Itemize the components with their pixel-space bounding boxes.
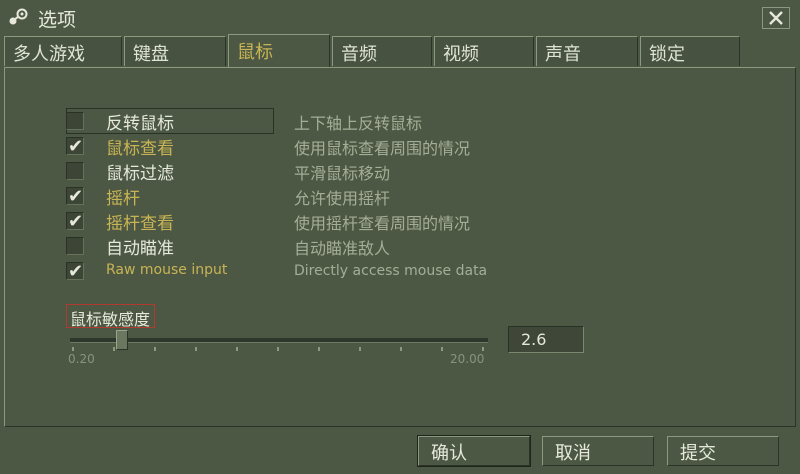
option-description: 使用鼠标查看周围的情况 bbox=[294, 139, 471, 158]
sensitivity-value-input[interactable]: 2.6 bbox=[508, 326, 584, 353]
option-description: 允许使用摇杆 bbox=[294, 189, 391, 208]
checkbox[interactable] bbox=[66, 162, 84, 180]
close-icon bbox=[769, 11, 783, 25]
tab-bar: 多人游戏 键盘 鼠标 音频 视频 声音 锁定 bbox=[4, 34, 796, 68]
apply-button[interactable]: 提交 bbox=[667, 436, 779, 466]
title-bar: 选项 bbox=[0, 0, 800, 34]
checkbox[interactable]: ✔ bbox=[66, 186, 84, 207]
slider-max-label: 20.00 bbox=[450, 352, 485, 366]
tab-voice[interactable]: 声音 bbox=[536, 36, 638, 66]
option-row-mouse-look[interactable]: ✔ 鼠标查看 使用鼠标查看周围的情况 bbox=[66, 134, 626, 159]
tab-multiplayer[interactable]: 多人游戏 bbox=[4, 36, 122, 66]
tab-label: 多人游戏 bbox=[13, 44, 85, 65]
tab-label: 音频 bbox=[341, 44, 377, 65]
slider-tick bbox=[113, 347, 115, 351]
option-label: 反转鼠标 bbox=[106, 114, 174, 134]
option-description: Directly access mouse data bbox=[294, 263, 488, 279]
slider-tick bbox=[277, 347, 279, 351]
option-row-auto-aim[interactable]: 自动瞄准 自动瞄准敌人 bbox=[66, 234, 626, 259]
ok-button[interactable]: 确认 bbox=[417, 435, 531, 467]
checkbox[interactable]: ✔ bbox=[66, 136, 84, 157]
slider-tick bbox=[482, 347, 484, 351]
option-description: 平滑鼠标移动 bbox=[294, 164, 391, 183]
slider-tick bbox=[318, 347, 320, 351]
option-row-raw-mouse-input[interactable]: ✔ Raw mouse input Directly access mouse … bbox=[66, 259, 626, 283]
option-description: 使用摇杆查看周围的情况 bbox=[294, 214, 471, 233]
option-label: 自动瞄准 bbox=[106, 239, 174, 259]
cancel-button[interactable]: 取消 bbox=[542, 436, 654, 466]
option-row-reverse-mouse[interactable]: 反转鼠标 上下轴上反转鼠标 bbox=[66, 109, 626, 134]
checkbox[interactable] bbox=[66, 237, 84, 255]
option-row-mouse-filter[interactable]: 鼠标过滤 平滑鼠标移动 bbox=[66, 159, 626, 184]
option-description: 自动瞄准敌人 bbox=[294, 239, 391, 258]
tab-video[interactable]: 视频 bbox=[434, 36, 534, 66]
slider-tick bbox=[72, 347, 74, 351]
sensitivity-slider-track[interactable] bbox=[70, 338, 488, 343]
slider-tick bbox=[359, 347, 361, 351]
close-button[interactable] bbox=[762, 7, 790, 29]
steam-logo-icon bbox=[9, 8, 28, 25]
option-description: 上下轴上反转鼠标 bbox=[294, 114, 423, 133]
slider-tick bbox=[154, 347, 156, 351]
option-label: 鼠标过滤 bbox=[106, 164, 174, 184]
tab-label: 锁定 bbox=[649, 44, 685, 65]
tab-label: 键盘 bbox=[133, 44, 169, 65]
tab-label: 声音 bbox=[545, 44, 581, 65]
option-row-joystick[interactable]: ✔ 摇杆 允许使用摇杆 bbox=[66, 184, 626, 209]
checkbox[interactable] bbox=[66, 112, 84, 130]
checkmark-icon: ✔ bbox=[68, 136, 84, 157]
slider-tick bbox=[195, 347, 197, 351]
option-label: Raw mouse input bbox=[106, 262, 228, 278]
tab-label: 视频 bbox=[443, 44, 479, 65]
checkmark-icon: ✔ bbox=[68, 211, 84, 232]
tab-lock[interactable]: 锁定 bbox=[640, 36, 740, 66]
option-label: 鼠标查看 bbox=[106, 139, 174, 159]
tab-keyboard[interactable]: 键盘 bbox=[124, 36, 226, 66]
slider-min-label: 0.20 bbox=[68, 352, 95, 366]
window-title: 选项 bbox=[38, 9, 77, 31]
sensitivity-label: 鼠标敏感度 bbox=[66, 304, 156, 329]
option-label: 摇杆 bbox=[106, 189, 140, 209]
tab-audio[interactable]: 音频 bbox=[332, 36, 432, 66]
checkbox[interactable]: ✔ bbox=[66, 261, 84, 282]
tab-label: 鼠标 bbox=[237, 42, 273, 63]
tab-mouse[interactable]: 鼠标 bbox=[228, 34, 330, 67]
slider-tick bbox=[400, 347, 402, 351]
checkmark-icon: ✔ bbox=[68, 186, 84, 207]
option-row-joystick-look[interactable]: ✔ 摇杆查看 使用摇杆查看周围的情况 bbox=[66, 209, 626, 234]
option-label: 摇杆查看 bbox=[106, 214, 174, 234]
slider-tick bbox=[236, 347, 238, 351]
slider-tick bbox=[441, 347, 443, 351]
sensitivity-slider-thumb[interactable] bbox=[116, 330, 128, 350]
checkbox[interactable]: ✔ bbox=[66, 211, 84, 232]
checkmark-icon: ✔ bbox=[68, 261, 84, 282]
